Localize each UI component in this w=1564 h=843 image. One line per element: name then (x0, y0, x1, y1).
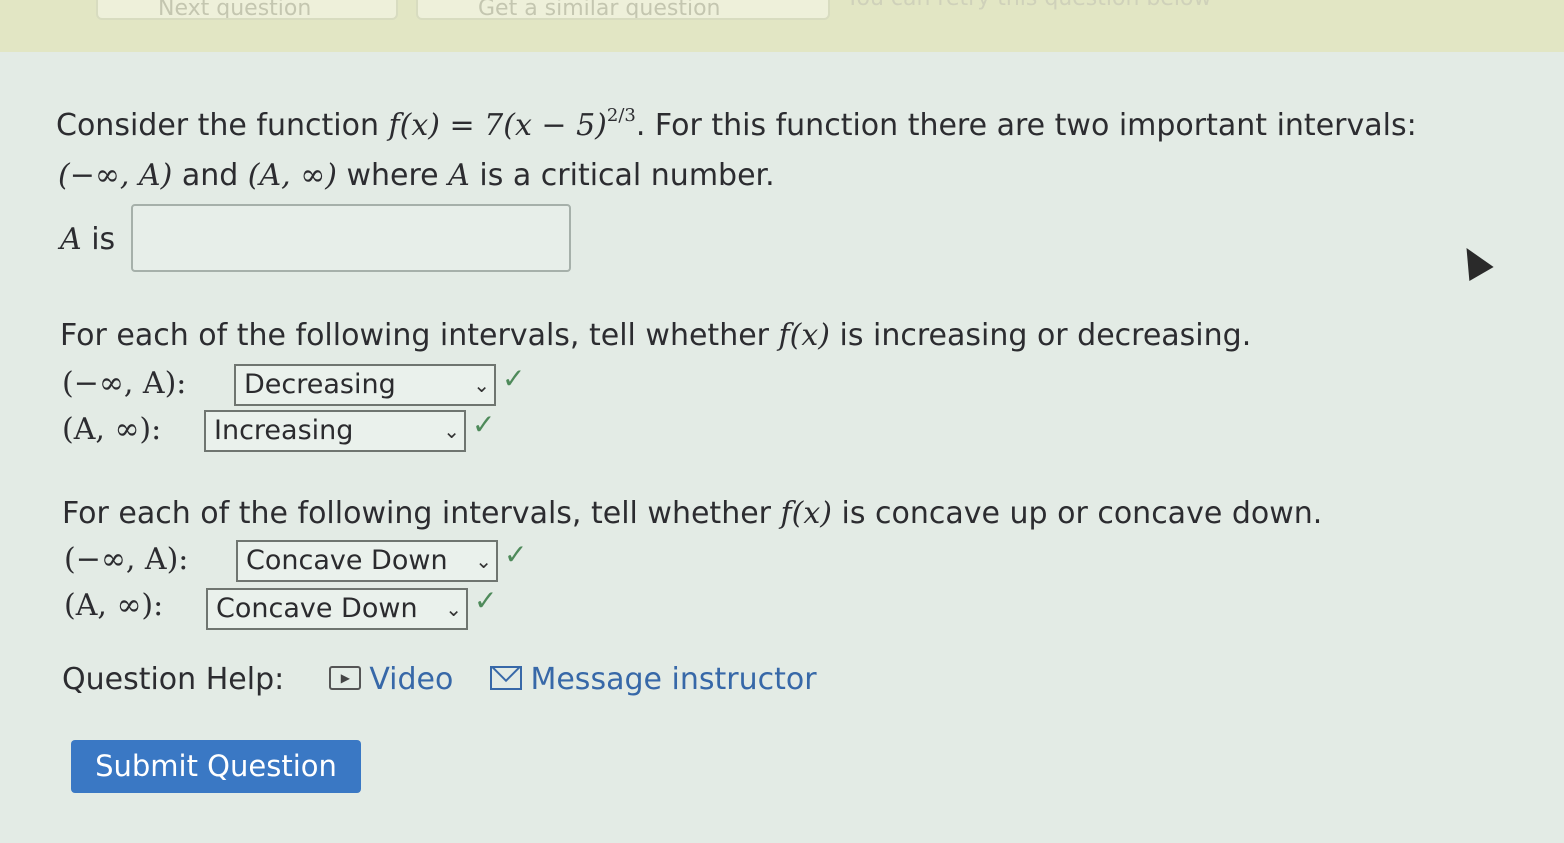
is-text: is (81, 222, 116, 257)
check-icon: ✓ (472, 408, 496, 441)
critical-number-input[interactable] (131, 204, 571, 272)
concavity-select-2[interactable]: Concave Down ⌄ (206, 588, 468, 630)
problem-statement: Consider the function f(x) = 7(x − 5)2/3… (56, 105, 1417, 143)
concavity-select-1[interactable]: Concave Down ⌄ (236, 540, 498, 582)
next-question-button[interactable]: Next question (96, 0, 398, 20)
function-expression: f(x) = 7(x − 5) (388, 108, 607, 143)
submit-question-button[interactable]: Submit Question (71, 740, 361, 793)
concavity-select-2-value: Concave Down (216, 593, 418, 624)
chevron-down-icon: ⌄ (445, 597, 462, 621)
critical-text: is a critical number. (469, 158, 775, 193)
variable-a-label: A (60, 222, 82, 257)
retry-text: You can retry this question below (846, 0, 1211, 11)
check-icon: ✓ (502, 362, 526, 395)
variable-a: A (448, 158, 470, 193)
increasing-prompt-start: For each of the following intervals, tel… (60, 318, 779, 353)
play-icon: ▶ (329, 665, 362, 690)
concavity-select-1-value: Concave Down (246, 545, 448, 576)
fx-label: f(x) (778, 318, 830, 353)
interval-left: (−∞, A) (58, 158, 173, 193)
increasing-select-1[interactable]: Decreasing ⌄ (234, 364, 496, 406)
and-text: and (172, 158, 248, 193)
similar-question-button[interactable]: Get a similar question (416, 0, 830, 20)
interval-right: (A, ∞) (247, 158, 337, 193)
message-instructor-link[interactable]: Message instructor (490, 662, 817, 697)
video-link-label: Video (369, 662, 454, 697)
where-text: where (336, 158, 449, 193)
increasing-prompt-end: is increasing or decreasing. (829, 318, 1252, 353)
a-is-label: A is (60, 222, 115, 257)
question-help-label: Question Help: (62, 662, 285, 697)
chevron-down-icon: ⌄ (473, 373, 490, 397)
mail-icon (490, 665, 523, 690)
increasing-select-1-value: Decreasing (244, 369, 396, 400)
increasing-prompt: For each of the following intervals, tel… (60, 318, 1251, 353)
concavity-row-2-interval: (A, ∞): (64, 588, 164, 623)
fx-label: f(x) (780, 496, 832, 531)
chevron-down-icon: ⌄ (443, 419, 460, 443)
check-icon: ✓ (504, 538, 528, 571)
function-exponent: 2/3 (606, 105, 636, 126)
concavity-prompt: For each of the following intervals, tel… (62, 496, 1322, 531)
increasing-row-2-interval: (A, ∞): (62, 412, 162, 447)
intro-text: Consider the function (56, 108, 389, 143)
top-toolbar: Next question Get a similar question You… (0, 0, 1564, 52)
check-icon: ✓ (474, 584, 498, 617)
mouse-cursor-icon (1454, 241, 1494, 281)
video-link[interactable]: ▶ Video (329, 662, 453, 697)
message-instructor-label: Message instructor (530, 662, 817, 697)
concavity-prompt-end: is concave up or concave down. (831, 496, 1323, 531)
intervals-statement: (−∞, A) and (A, ∞) where A is a critical… (58, 158, 775, 193)
increasing-select-2-value: Increasing (214, 415, 354, 446)
concavity-prompt-start: For each of the following intervals, tel… (62, 496, 781, 531)
concavity-row-1-interval: (−∞, A): (64, 542, 189, 577)
intro-rest: . For this function there are two import… (635, 108, 1417, 143)
increasing-select-2[interactable]: Increasing ⌄ (204, 410, 466, 452)
chevron-down-icon: ⌄ (475, 549, 492, 573)
question-help: Question Help: ▶ Video Message instructor (62, 662, 817, 697)
increasing-row-1-interval: (−∞, A): (62, 366, 187, 401)
